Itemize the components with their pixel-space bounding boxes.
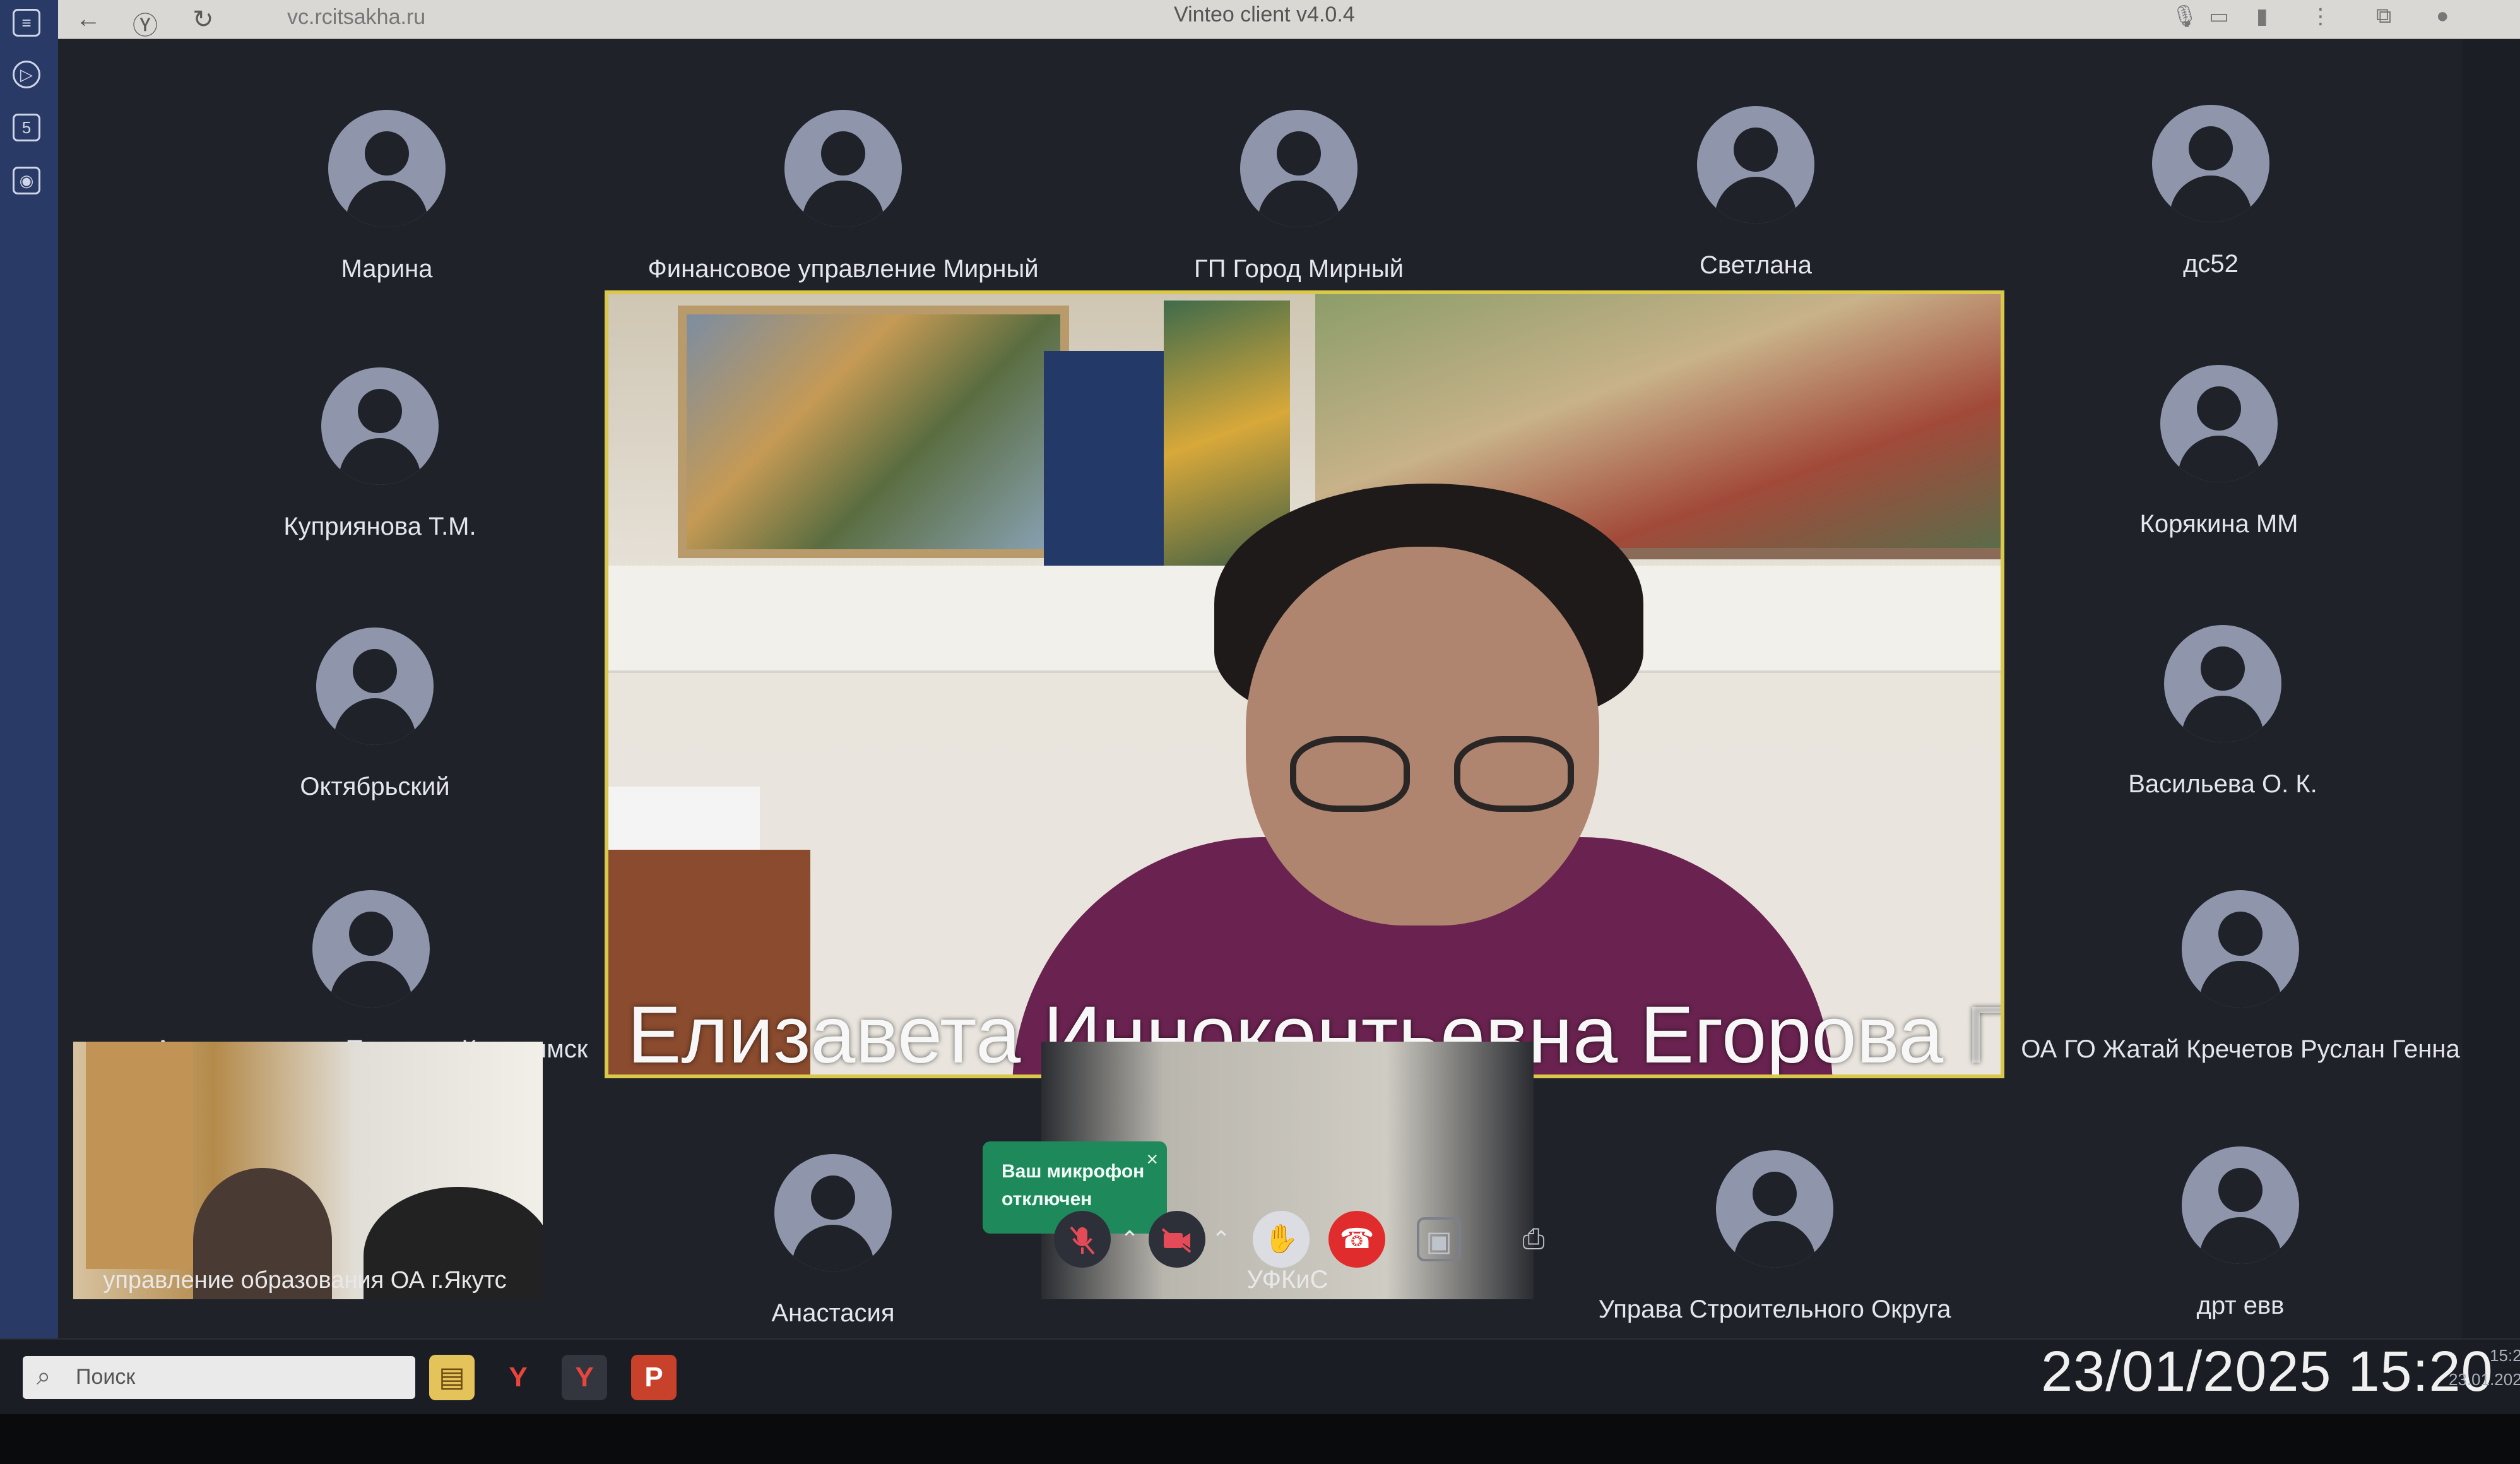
- painting: [678, 306, 1069, 558]
- participant-name: Васильева О. К.: [2128, 770, 2317, 798]
- avatar-icon: [1240, 110, 1358, 227]
- menu-icon[interactable]: ⋮: [2310, 4, 2331, 29]
- active-speaker-video[interactable]: Елизавета Иннокентьевна Егорова ПП: [605, 290, 2004, 1078]
- speaker-suffix: ПП: [1966, 990, 2001, 1074]
- window-title: Vinteo client v4.0.4: [1174, 3, 1355, 27]
- participant-name: Куприянова Т.М.: [283, 513, 476, 540]
- avatar-icon: [2182, 1146, 2299, 1264]
- tabs-icon[interactable]: ≡: [13, 9, 40, 37]
- call-controls: ⌃ ⌃ ✋ ☎ ▣ ⎙: [997, 1199, 1565, 1275]
- yandex-browser-icon[interactable]: Y: [562, 1355, 607, 1400]
- participant-tile[interactable]: Марина: [160, 40, 614, 293]
- extensions-icon[interactable]: ⧉: [2376, 4, 2391, 28]
- calendar-icon[interactable]: 5: [13, 114, 40, 141]
- participant-name: дрт евв: [2196, 1292, 2285, 1319]
- avatar-icon: [2164, 625, 2281, 742]
- taskbar-search[interactable]: ⌕ Поиск: [23, 1356, 415, 1399]
- poster: [1044, 351, 1170, 566]
- participant-name: управление образования ОА г.Якутс: [103, 1267, 507, 1294]
- screen-share-icon[interactable]: ⎙: [1511, 1217, 1556, 1261]
- browser-toolbar: ← Ⓨ ↻ vc.rcitsakha.ru Vinteo client v4.0…: [0, 0, 2520, 42]
- search-input[interactable]: Поиск: [76, 1365, 135, 1390]
- participant-name: Управа Строительного Округа: [1598, 1295, 1951, 1323]
- bookshelf: [86, 1042, 193, 1269]
- close-icon[interactable]: ×: [1146, 1145, 1158, 1173]
- bookmark-icon[interactable]: ▮: [2256, 4, 2268, 29]
- clock-date: 23.01.2025: [2449, 1370, 2520, 1389]
- clock-time: 15:20: [2490, 1346, 2520, 1365]
- avatar-icon: [2182, 890, 2299, 1008]
- participant-tile[interactable]: дс52: [1984, 35, 2438, 288]
- participant-name: ГП Город Мирный: [1194, 255, 1404, 283]
- reload-icon[interactable]: ↻: [192, 5, 214, 34]
- avatar-icon: [2160, 365, 2278, 482]
- glasses: [1290, 736, 1580, 812]
- camera-off-icon[interactable]: [1149, 1211, 1205, 1268]
- file-explorer-icon[interactable]: ▤: [429, 1355, 475, 1400]
- participant-tile[interactable]: дрт евв: [2013, 1077, 2468, 1330]
- system-clock[interactable]: 15:20 23.01.2025: [2449, 1343, 2520, 1391]
- avatar-icon: [1697, 106, 1814, 223]
- participant-tile[interactable]: Управа Строительного Округа: [1547, 1081, 2002, 1333]
- phone-hangup-icon[interactable]: ☎: [1328, 1211, 1385, 1268]
- participant-name: ОА ГО Жатай Кречетов Руслан Генна: [2021, 1035, 2460, 1063]
- participant-tile[interactable]: ОА ГО Жатай Кречетов Руслан Генна: [2013, 821, 2468, 1073]
- mic-indicator-icon[interactable]: 🎙: [2171, 4, 2198, 29]
- participant-tile[interactable]: ГП Город Мирный: [1072, 40, 1526, 293]
- participant-name: дс52: [2183, 250, 2239, 278]
- avatar-icon: [321, 367, 439, 485]
- yandex-icon[interactable]: Ⓨ: [133, 5, 158, 42]
- avatar-icon: [2152, 105, 2269, 222]
- participant-tile[interactable]: Корякина ММ: [1992, 295, 2446, 548]
- participant-name: Марина: [341, 255, 433, 283]
- participant-name: Финансовое управление Мирный: [648, 255, 1039, 283]
- participant-tile[interactable]: Администрация Тулагино-Кильдямск: [144, 821, 598, 1073]
- avatar-icon: [1716, 1150, 1833, 1268]
- participant-name: Светлана: [1700, 251, 1812, 279]
- yandex-browser-icon[interactable]: Y: [495, 1355, 541, 1400]
- avatar-icon: [784, 110, 902, 227]
- address-bar[interactable]: vc.rcitsakha.ru: [287, 5, 425, 30]
- powerpoint-icon[interactable]: P: [631, 1355, 677, 1400]
- monitor-bezel: [0, 1414, 2520, 1464]
- avatar-icon: [316, 628, 434, 745]
- browser-sidebar: ≡ ▷ 5 ◉: [0, 0, 58, 1338]
- screen: ← Ⓨ ↻ vc.rcitsakha.ru Vinteo client v4.0…: [0, 0, 2520, 1414]
- mic-off-icon[interactable]: [1054, 1211, 1111, 1268]
- participant-tile[interactable]: Васильева О. К.: [1996, 556, 2450, 808]
- participant-video-tile[interactable]: управление образования ОА г.Якутс: [73, 1042, 543, 1299]
- chevron-up-icon[interactable]: ⌃: [1209, 1211, 1234, 1268]
- camera-icon[interactable]: ◉: [13, 167, 40, 194]
- chevron-up-icon[interactable]: ⌃: [1117, 1211, 1142, 1268]
- pip-icon[interactable]: ▣: [1417, 1217, 1461, 1261]
- participant-tile[interactable]: Куприянова Т.М.: [153, 298, 607, 550]
- hand-icon[interactable]: ✋: [1253, 1211, 1310, 1268]
- participant-name: Октябрьский: [300, 773, 450, 800]
- back-icon[interactable]: ←: [76, 5, 101, 33]
- participant-name: Корякина ММ: [2139, 510, 2298, 538]
- tooltip-text-line1: Ваш микрофон: [1002, 1161, 1145, 1182]
- camera-timestamp: 23/01/2025 15:20: [2041, 1340, 2493, 1403]
- play-icon[interactable]: ▷: [13, 61, 40, 88]
- search-icon: ⌕: [37, 1362, 51, 1390]
- participant-name: Анастасия: [771, 1299, 895, 1327]
- participant-tile[interactable]: Светлана: [1529, 37, 1983, 289]
- avatar-icon: [312, 890, 430, 1008]
- avatar-icon: [328, 110, 446, 227]
- participant-tile[interactable]: Финансовое управление Мирный: [616, 40, 1070, 293]
- participant-tile[interactable]: Октябрьский: [148, 558, 602, 811]
- chat-icon[interactable]: ▭: [2209, 4, 2229, 29]
- avatar-icon: [774, 1154, 892, 1271]
- profile-icon[interactable]: ●: [2436, 4, 2449, 28]
